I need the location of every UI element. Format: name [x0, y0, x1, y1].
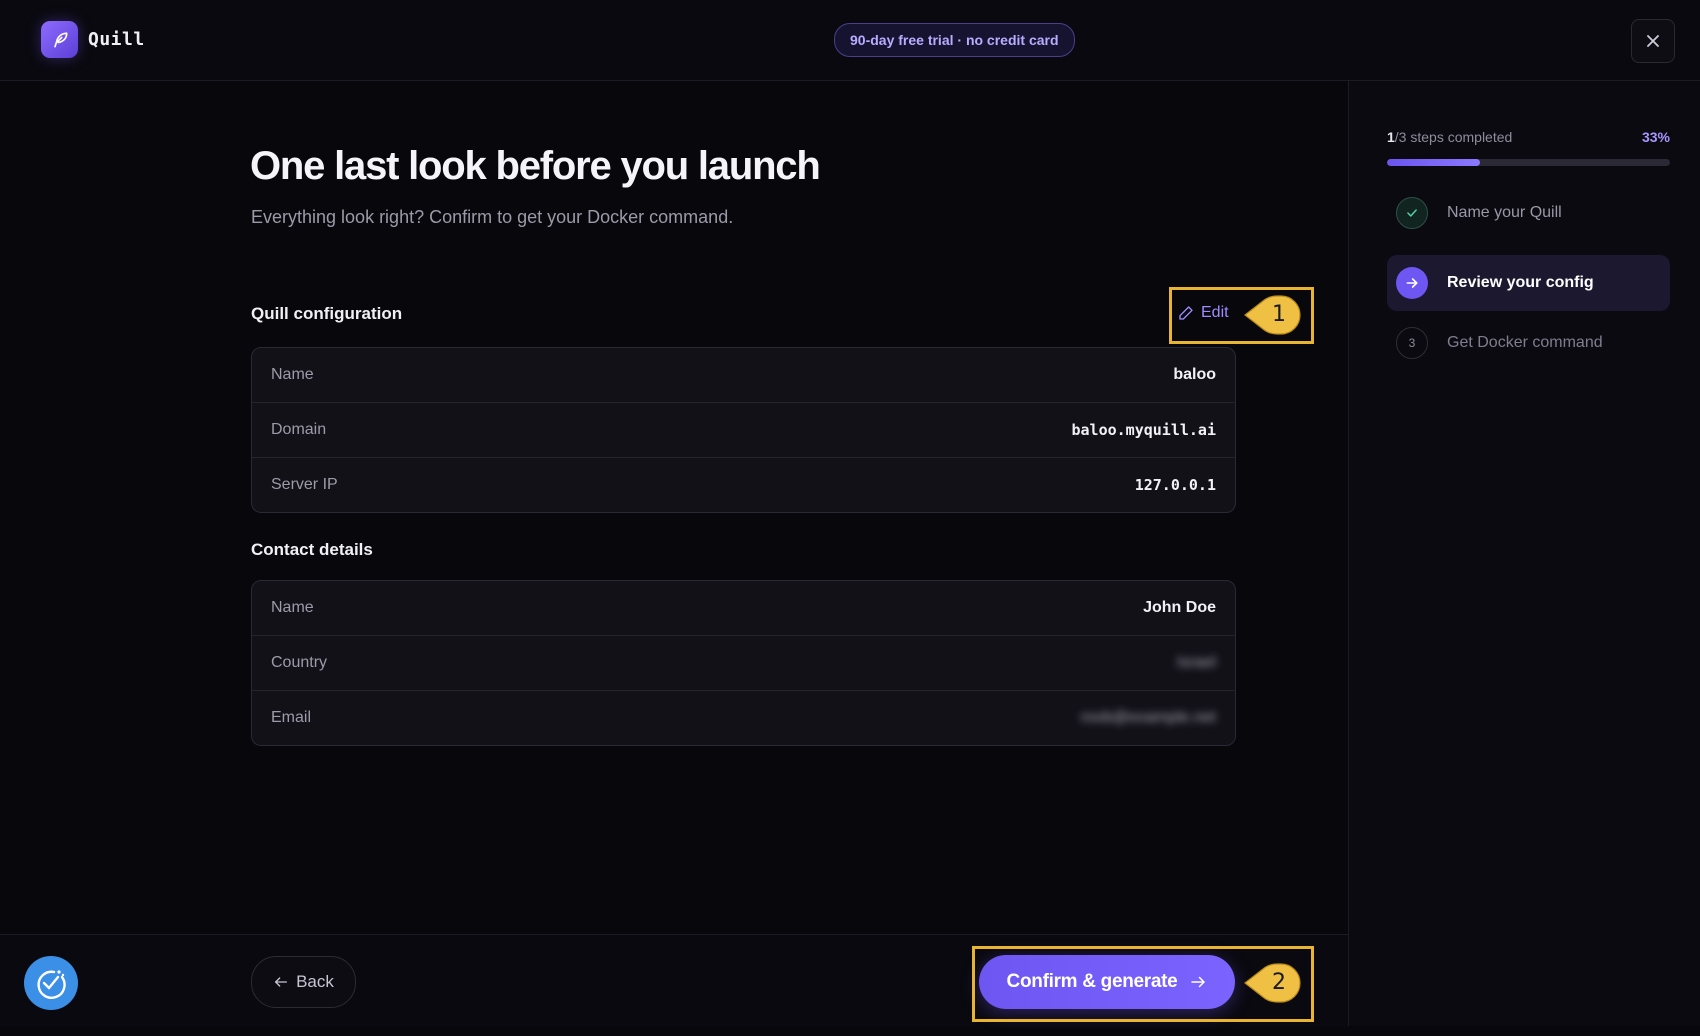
close-icon: [1647, 35, 1659, 47]
progress-header: 1/3 steps completed 33%: [1387, 129, 1670, 145]
progress-text: 1/3 steps completed: [1387, 129, 1512, 145]
step-label: Review your config: [1447, 274, 1594, 291]
marker-number: 2: [1272, 970, 1286, 995]
arrow-left-icon: [275, 977, 288, 987]
row-value-blurred: Israel: [1176, 654, 1216, 671]
check-icon: [1396, 197, 1428, 229]
quill-feather-icon: [41, 21, 78, 58]
row-label: Email: [271, 709, 312, 726]
contact-section-title: Contact details: [251, 540, 373, 559]
trial-badge: 90-day free trial · no credit card: [834, 23, 1075, 57]
config-card: Name baloo Domain baloo.myquill.ai Serve…: [251, 347, 1236, 513]
row-value-blurred: roob@example.net: [1080, 709, 1216, 726]
step-review-config[interactable]: Review your config: [1387, 255, 1670, 311]
step-label: Get Docker command: [1447, 334, 1603, 351]
row-value: John Doe: [1143, 599, 1216, 616]
row-value: baloo.myquill.ai: [1071, 421, 1217, 439]
annotation-marker-1: 1: [1243, 295, 1301, 335]
contact-card: Name John Doe Country Israel Email roob@…: [251, 580, 1236, 746]
contact-row-name: Name John Doe: [252, 581, 1235, 636]
progress-done-count: 1: [1387, 129, 1395, 145]
progress-bar-fill: [1387, 159, 1481, 166]
step-get-docker-command[interactable]: 3 Get Docker command: [1387, 315, 1670, 371]
config-row-server-ip: Server IP 127.0.0.1: [252, 458, 1235, 512]
app-name: Quill: [88, 29, 145, 50]
step-number-badge: 3: [1396, 327, 1428, 359]
progress-percent: 33%: [1641, 129, 1670, 145]
row-label: Country: [271, 654, 328, 671]
row-value: baloo: [1173, 366, 1216, 383]
annotation-marker-2: 2: [1243, 963, 1301, 1003]
progress-panel: 1/3 steps completed 33% Name your Quill …: [1348, 81, 1700, 1026]
row-label: Name: [271, 599, 314, 616]
contact-row-country: Country Israel: [252, 636, 1235, 691]
app-logo[interactable]: Quill: [41, 21, 145, 58]
row-value: 127.0.0.1: [1134, 476, 1216, 494]
close-button[interactable]: [1631, 19, 1675, 63]
config-row-name: Name baloo: [252, 348, 1235, 403]
back-button[interactable]: Back: [251, 956, 356, 1008]
config-section-title: Quill configuration: [251, 304, 403, 323]
row-label: Server IP: [271, 476, 338, 493]
arrow-right-circle-icon: [1396, 267, 1428, 299]
step-name-your-quill[interactable]: Name your Quill: [1387, 185, 1670, 241]
page-subtitle: Everything look right? Confirm to get yo…: [251, 207, 734, 227]
row-label: Domain: [271, 421, 327, 438]
assistant-icon: [37, 970, 66, 999]
row-label: Name: [271, 366, 314, 383]
progress-bar: [1387, 159, 1670, 166]
marker-number: 1: [1272, 302, 1286, 327]
help-widget-button[interactable]: [24, 956, 78, 1010]
step-label: Name your Quill: [1447, 204, 1562, 221]
progress-caption: /3 steps completed: [1394, 129, 1513, 145]
contact-row-email: Email roob@example.net: [252, 691, 1235, 745]
back-label: Back: [296, 972, 334, 991]
config-row-domain: Domain baloo.myquill.ai: [252, 403, 1235, 458]
page-title: One last look before you launch: [250, 144, 821, 188]
top-bar: Quill 90-day free trial · no credit card: [0, 0, 1700, 81]
